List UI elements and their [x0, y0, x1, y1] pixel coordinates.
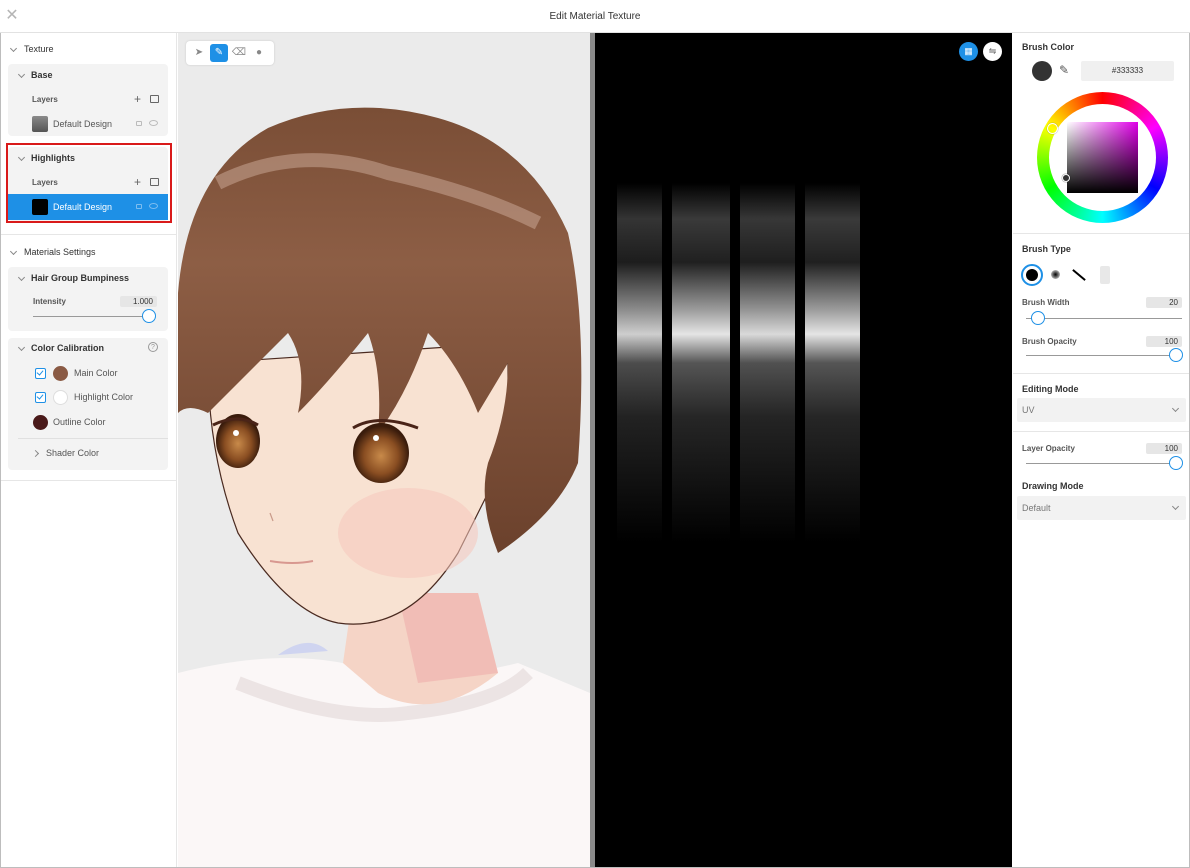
divider — [18, 438, 168, 439]
editing-mode-select[interactable]: UV — [1017, 398, 1186, 422]
annotation-highlight-box — [6, 143, 172, 223]
chevron-down-icon — [1171, 404, 1180, 413]
brush-opacity-slider-knob[interactable] — [1169, 348, 1183, 362]
brush-width-slider-knob[interactable] — [1031, 311, 1045, 325]
hue-wheel[interactable] — [1037, 92, 1168, 223]
hard-brush-icon — [1026, 269, 1038, 281]
divider — [1, 234, 177, 235]
highlight-color-swatch[interactable] — [53, 390, 68, 405]
texture-header-label: Texture — [24, 44, 54, 54]
divider — [1013, 431, 1189, 432]
shader-color-label: Shader Color — [46, 448, 100, 458]
hair-bumpiness-card: Hair Group Bumpiness Intensity 1.000 — [8, 267, 168, 331]
tool-bar: ➤ ✎ ⌫ ● — [186, 41, 274, 65]
chevron-down-icon — [17, 273, 26, 281]
base-layers-row: Layers + — [8, 92, 168, 108]
chevron-down-icon — [17, 343, 26, 351]
help-icon[interactable]: ? — [148, 342, 158, 352]
brush-opacity-label: Brush Opacity — [1022, 337, 1077, 346]
materials-section-header[interactable]: Materials Settings — [1, 243, 96, 261]
color-calibration-header[interactable]: Color Calibration — [8, 338, 104, 358]
layer-opacity-label: Layer Opacity — [1022, 444, 1075, 453]
base-card: Base Layers + Default Design — [8, 64, 168, 136]
layer-opacity-value[interactable]: 100 — [1146, 443, 1182, 454]
chevron-down-icon — [17, 70, 26, 78]
editing-mode-value: UV — [1022, 405, 1035, 415]
right-panel: Brush Color ✎ #333333 Brush Type Brush W… — [1013, 33, 1189, 867]
brush-width-label: Brush Width — [1022, 298, 1070, 307]
base-card-header[interactable]: Base — [8, 64, 53, 86]
outline-color-swatch[interactable] — [33, 415, 48, 430]
chevron-down-icon — [9, 247, 18, 255]
texture-image — [617, 183, 860, 543]
mirror-icon[interactable]: ⇋ — [983, 42, 1002, 61]
intensity-value[interactable]: 1.000 — [120, 296, 157, 307]
hex-color-input[interactable]: #333333 — [1081, 61, 1174, 81]
color-selector-knob[interactable] — [1062, 174, 1070, 182]
drawing-mode-select[interactable]: Default — [1017, 496, 1186, 520]
current-color-swatch[interactable] — [1032, 61, 1052, 81]
intensity-label: Intensity — [33, 297, 66, 306]
brush-width-value[interactable]: 20 — [1146, 297, 1182, 308]
layer-opacity-slider-knob[interactable] — [1169, 456, 1183, 470]
line-brush-icon[interactable] — [1072, 269, 1086, 281]
color-calibration-card: Color Calibration ? Main Color Highlight… — [8, 338, 168, 470]
brush-tool-icon[interactable]: ✎ — [210, 44, 228, 62]
materials-header-label: Materials Settings — [24, 247, 96, 257]
soft-brush-icon[interactable] — [1051, 270, 1060, 279]
title-bar: ✕ Edit Material Texture — [0, 0, 1190, 33]
brush-type-title: Brush Type — [1022, 244, 1071, 254]
brush-opacity-value[interactable]: 100 — [1146, 336, 1182, 347]
chevron-down-icon — [9, 44, 18, 52]
intensity-slider-knob[interactable] — [142, 309, 156, 323]
divider — [1013, 233, 1189, 234]
highlight-color-label: Highlight Color — [74, 392, 134, 402]
left-panel: Texture Base Layers + Default Design Hig… — [1, 33, 177, 867]
model-viewport[interactable]: ➤ ✎ ⌫ ● — [178, 33, 590, 867]
intensity-slider-track[interactable] — [33, 316, 151, 317]
layers-label: Layers — [32, 95, 58, 104]
divider — [1, 480, 177, 481]
fill-tool-icon[interactable]: ● — [250, 44, 268, 62]
main-color-swatch[interactable] — [53, 366, 68, 381]
divider — [1013, 373, 1189, 374]
visibility-icon[interactable] — [149, 120, 158, 126]
chevron-right-icon — [31, 449, 40, 457]
layer-name: Default Design — [53, 119, 113, 129]
editing-mode-title: Editing Mode — [1022, 384, 1079, 394]
hair-bumpiness-header[interactable]: Hair Group Bumpiness — [8, 267, 129, 289]
character-render — [178, 107, 590, 867]
brush-width-slider-track[interactable] — [1026, 318, 1182, 319]
highlight-color-checkbox[interactable] — [35, 392, 46, 403]
outline-color-label: Outline Color — [53, 417, 106, 427]
shader-color-row[interactable]: Shader Color — [31, 448, 100, 458]
color-calibration-title: Color Calibration — [31, 343, 105, 353]
lock-icon[interactable] — [136, 121, 142, 126]
drawing-mode-value: Default — [1022, 503, 1051, 513]
brush-color-title: Brush Color — [1022, 42, 1075, 52]
texture-section-header[interactable]: Texture — [1, 40, 54, 58]
eraser-tool-icon[interactable]: ⌫ — [230, 44, 248, 62]
brush-opacity-slider-track[interactable] — [1026, 355, 1176, 356]
eyedropper-icon[interactable]: ✎ — [1059, 63, 1069, 77]
layer-opacity-slider-track[interactable] — [1026, 463, 1176, 464]
window-title: Edit Material Texture — [549, 11, 641, 22]
texture-canvas[interactable]: ▦ ⇋ — [595, 33, 1012, 867]
layer-thumbnail — [32, 116, 48, 132]
select-tool-icon[interactable]: ➤ — [190, 44, 208, 62]
add-image-layer-icon[interactable] — [150, 95, 159, 103]
base-title: Base — [31, 70, 53, 80]
chevron-down-icon — [1171, 502, 1180, 511]
hue-selector-knob[interactable] — [1047, 123, 1058, 134]
add-layer-icon[interactable]: + — [134, 92, 141, 106]
brush-type-hard-round[interactable] — [1021, 264, 1043, 286]
main-color-checkbox[interactable] — [35, 368, 46, 379]
grid-view-icon[interactable]: ▦ — [959, 42, 978, 61]
drawing-mode-title: Drawing Mode — [1022, 481, 1084, 491]
texture-brush-icon[interactable] — [1100, 266, 1110, 284]
main-color-label: Main Color — [74, 368, 118, 378]
base-layer-item[interactable]: Default Design — [8, 111, 168, 137]
saturation-value-square[interactable] — [1067, 122, 1138, 193]
hair-bumpiness-title: Hair Group Bumpiness — [31, 273, 130, 283]
